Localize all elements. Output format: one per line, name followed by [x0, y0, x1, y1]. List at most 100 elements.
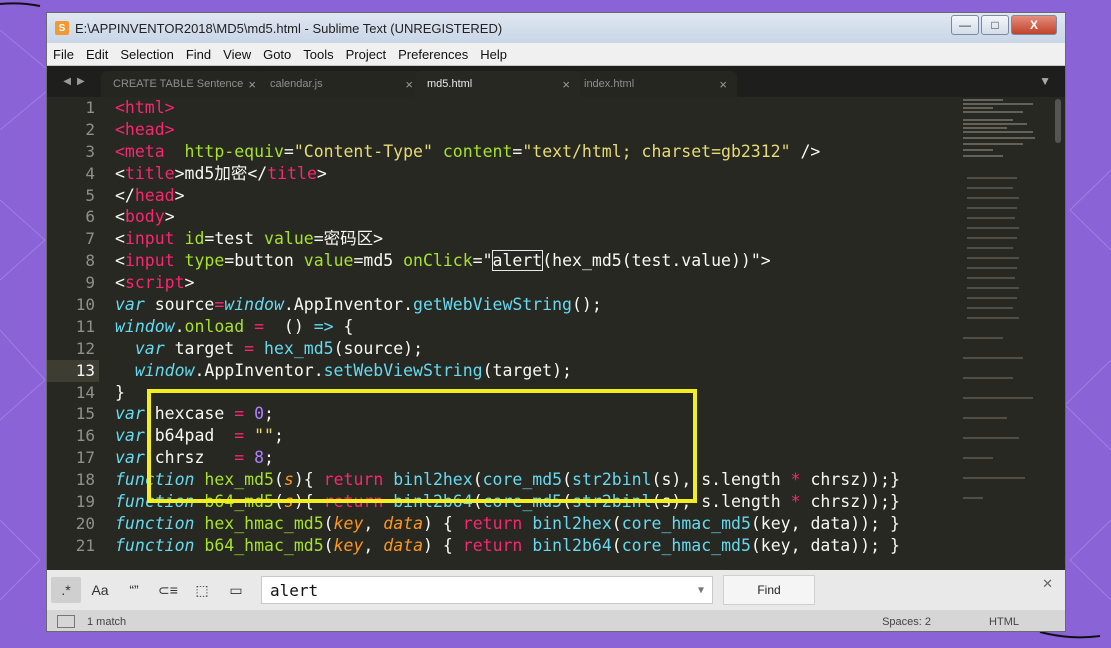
code-line[interactable]: <html> [115, 97, 945, 119]
menu-goto[interactable]: Goto [257, 47, 297, 62]
code-line[interactable]: <title>md5加密</title> [115, 163, 945, 185]
code-token: s [283, 492, 294, 512]
code-line[interactable]: <meta http-equiv="Content-Type" content=… [115, 141, 945, 163]
code-token: str2binl [572, 492, 652, 512]
tab-close-icon[interactable]: × [405, 77, 413, 92]
find-panel: .* Aa “” ⊂≡ ⬚ ▭ alert ▼ Find ✕ [47, 570, 1065, 610]
find-panel-close-icon[interactable]: ✕ [1042, 576, 1053, 592]
tab-prev-icon[interactable]: ◀ [63, 76, 71, 87]
menu-preferences[interactable]: Preferences [392, 47, 474, 62]
code-token: core_md5 [482, 470, 563, 490]
whole-word-toggle-button[interactable]: “” [119, 577, 149, 603]
menu-help[interactable]: Help [474, 47, 513, 62]
code-token: , [363, 513, 384, 533]
code-token: </ [115, 185, 135, 205]
code-token: function [115, 470, 195, 490]
code-line[interactable]: function b64_hmac_md5(key, data) { retur… [115, 535, 945, 557]
code-line[interactable]: function hex_md5(s){ return binl2hex(cor… [115, 469, 945, 491]
find-button[interactable]: Find [723, 575, 815, 605]
syntax-status[interactable]: HTML [989, 616, 1019, 628]
code-token: source [144, 295, 215, 315]
tab-close-icon[interactable]: × [562, 77, 570, 92]
find-input[interactable]: alert ▼ [261, 576, 713, 604]
code-line[interactable]: var hexcase = 0; [115, 403, 945, 425]
menu-project[interactable]: Project [340, 47, 392, 62]
code-token: <head> [115, 119, 175, 139]
tab-next-icon[interactable]: ▶ [77, 76, 85, 87]
code-line[interactable]: } [115, 382, 945, 404]
code-token: < [115, 207, 125, 227]
code-token: window [134, 360, 195, 380]
maximize-button[interactable]: □ [981, 15, 1009, 35]
minimap[interactable] [963, 97, 1047, 517]
panel-toggle-icon[interactable] [57, 615, 75, 628]
tab-close-icon[interactable]: × [248, 77, 256, 92]
vertical-scrollbar[interactable] [1055, 99, 1061, 143]
menu-tools[interactable]: Tools [297, 47, 339, 62]
tab-close-icon[interactable]: × [719, 77, 727, 92]
code-line[interactable]: window.AppInventor.setWebViewString(targ… [115, 360, 945, 382]
code-token: = [234, 426, 245, 446]
in-selection-toggle-button[interactable]: ⬚ [187, 577, 217, 603]
code-line[interactable]: function hex_hmac_md5(key, data) { retur… [115, 513, 945, 535]
code-line[interactable]: <head> [115, 119, 945, 141]
menu-selection[interactable]: Selection [114, 47, 179, 62]
line-number: 4 [85, 163, 95, 183]
line-number: 2 [85, 119, 95, 139]
code-line[interactable]: <script> [115, 272, 945, 294]
tab-md5-html[interactable]: md5.html × [415, 71, 580, 97]
code-token: data [383, 513, 424, 533]
code-line[interactable]: window.onload = () => { [115, 316, 945, 338]
code-token: body [124, 207, 165, 227]
code-token: id [184, 229, 205, 249]
code-token: (s), s.length [651, 470, 791, 490]
tab-list-dropdown-icon[interactable]: ▼ [1039, 74, 1051, 88]
tab-calendar-js[interactable]: calendar.js × [258, 71, 423, 97]
code-token: var [115, 448, 145, 468]
code-token: chrsz));} [800, 492, 900, 512]
regex-toggle-button[interactable]: .* [51, 577, 81, 603]
line-number: 21 [75, 535, 95, 555]
code-editor[interactable]: 1 2 3 4 5 6 7 8 9 10 11 12 13 14 15 16 17 18 19 20 21 <html>… [47, 97, 1065, 559]
minimize-button[interactable]: — [951, 15, 979, 35]
find-history-dropdown-icon[interactable]: ▼ [698, 585, 704, 596]
menu-view[interactable]: View [217, 47, 257, 62]
code-token: ){ [293, 492, 324, 512]
code-line[interactable]: var target = hex_md5(source); [115, 338, 945, 360]
line-number: 15 [75, 404, 95, 424]
wrap-toggle-button[interactable]: ⊂≡ [153, 577, 183, 603]
tab-index-html[interactable]: index.html × [572, 71, 737, 97]
code-token: =密码区> [313, 229, 384, 249]
code-token: "" [254, 426, 274, 446]
code-area[interactable]: <html> <head> <meta http-equiv="Content-Ty… [115, 97, 945, 557]
indentation-status[interactable]: Spaces: 2 [882, 616, 931, 628]
code-line[interactable]: function b64_md5(s){ return binl2b64(cor… [115, 491, 945, 513]
menu-find[interactable]: Find [180, 47, 217, 62]
code-token: ( [323, 535, 334, 555]
code-line[interactable]: <body> [115, 206, 945, 228]
case-sensitive-toggle-button[interactable]: Aa [85, 577, 115, 603]
title-bar[interactable]: S E:\APPINVENTOR2018\MD5\md5.html - Subl… [47, 13, 1065, 43]
code-line[interactable]: </head> [115, 185, 945, 207]
close-button[interactable]: X [1011, 15, 1057, 35]
code-token: (target); [482, 360, 572, 380]
code-token: =test [204, 229, 265, 249]
menu-edit[interactable]: Edit [80, 47, 114, 62]
code-token: type [184, 251, 225, 271]
code-line[interactable]: var chrsz = 8; [115, 447, 945, 469]
code-line[interactable]: var b64pad = ""; [115, 425, 945, 447]
code-token: () [264, 316, 314, 336]
menu-file[interactable]: File [47, 47, 80, 62]
code-line[interactable]: <input id=test value=密码区> [115, 228, 945, 250]
tab-create-table-sentence[interactable]: CREATE TABLE Sentence × [101, 71, 266, 97]
line-number: 19 [75, 492, 95, 512]
code-token: .AppInventor. [194, 360, 324, 380]
code-line[interactable]: var source=window.AppInventor.getWebView… [115, 294, 945, 316]
highlight-matches-toggle-button[interactable]: ▭ [221, 577, 251, 603]
code-line[interactable]: <input type=button value=md5 onClick="al… [115, 250, 945, 272]
